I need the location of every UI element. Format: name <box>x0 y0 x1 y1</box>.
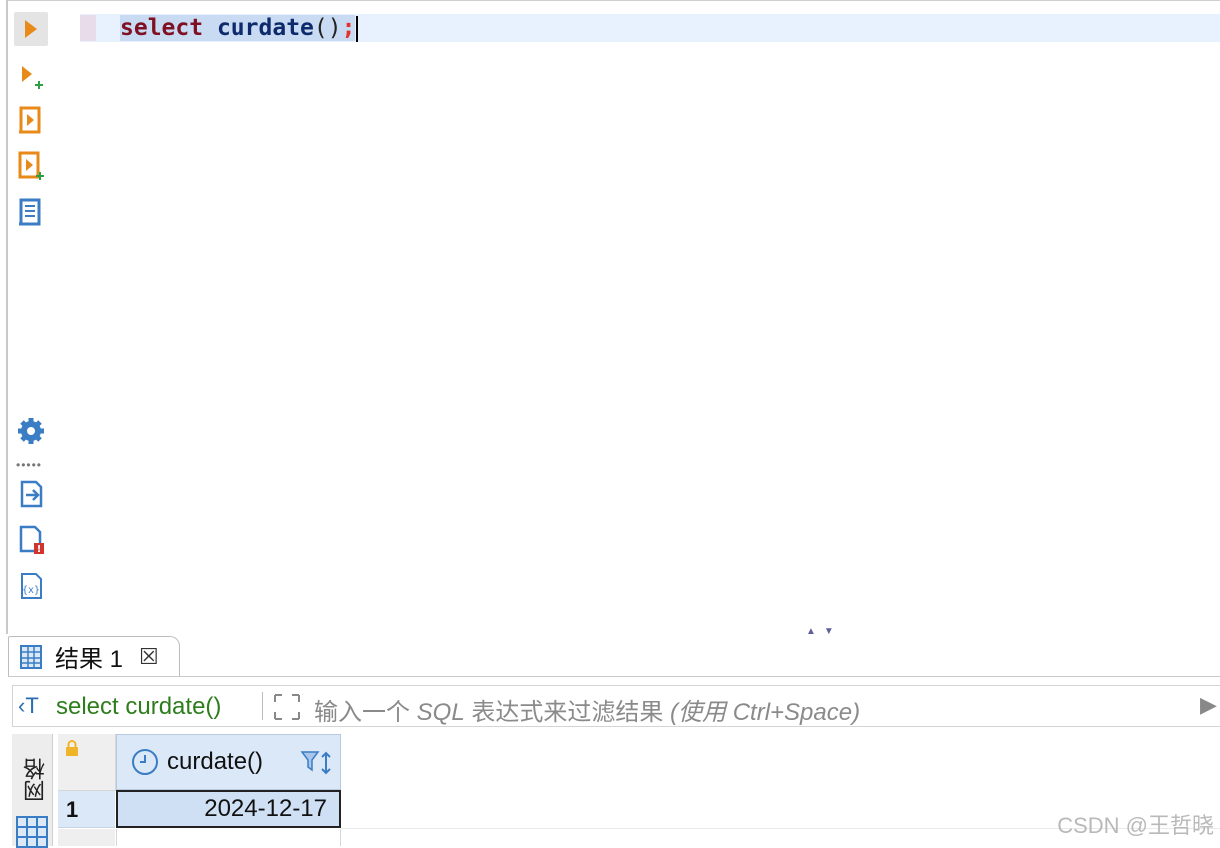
svg-text:{x}: {x} <box>22 585 40 596</box>
variables-button[interactable]: {x} <box>14 570 48 604</box>
editor-left-border <box>6 0 8 634</box>
grid-view-icon <box>16 816 48 848</box>
sql-keyword: select <box>120 15 204 41</box>
execute-script-button[interactable] <box>14 104 48 138</box>
execute-statement-icon <box>25 20 37 38</box>
row-number[interactable]: 1 <box>58 791 115 828</box>
column-header-label: curdate() <box>167 748 264 775</box>
editor-top-border <box>8 0 1220 1</box>
lock-icon <box>66 740 78 756</box>
text-query-icon: ‹T <box>18 693 39 718</box>
tab-results-1[interactable]: 结果 1 ☒ <box>8 636 180 676</box>
execute-script-new-tab-button[interactable] <box>14 150 48 184</box>
sql-terminator: ; <box>341 15 356 41</box>
sql-parens: () <box>313 15 342 41</box>
explain-plan-icon <box>19 198 41 226</box>
filter-sort-icon[interactable] <box>300 749 334 777</box>
table-grid-icon <box>20 644 42 669</box>
panel-resize-arrows-icon[interactable]: ▲▼ <box>806 626 842 637</box>
text-caret <box>356 15 359 42</box>
filter-input[interactable]: 输入一个 SQL 表达式来过滤结果 (使用 Ctrl+Space) <box>314 692 860 727</box>
problems-icon: ! <box>19 525 44 555</box>
execute-statement-new-tab-icon <box>22 66 43 89</box>
sql-function: curdate <box>216 15 314 41</box>
settings-button[interactable] <box>14 414 48 448</box>
filter-separator <box>262 692 263 720</box>
execute-statement-new-tab-button[interactable] <box>14 60 48 94</box>
sql-editor[interactable]: select curdate(); <box>120 14 359 42</box>
row-number-empty <box>58 829 115 846</box>
explain-plan-button[interactable] <box>14 196 48 230</box>
close-tab-icon[interactable]: ☒ <box>139 644 159 670</box>
table-cell-curdate[interactable]: 2024-12-17 <box>116 790 341 828</box>
variables-icon: {x} <box>21 573 42 599</box>
apply-filter-icon[interactable]: ▶ <box>1200 692 1217 718</box>
filter-placeholder-hint: (使用 Ctrl+Space) <box>670 699 861 726</box>
grid-view-label: 网格 <box>23 758 48 802</box>
active-query-text[interactable]: select curdate() <box>56 693 221 721</box>
column-header-curdate[interactable]: curdate() <box>116 734 341 790</box>
filter-placeholder-sql: SQL <box>416 699 465 726</box>
execute-script-icon <box>19 106 41 134</box>
filter-placeholder-prefix: 输入一个 <box>314 699 417 726</box>
problems-button[interactable]: ! <box>14 524 48 558</box>
expand-filter-icon[interactable] <box>272 692 302 722</box>
export-icon <box>20 480 43 508</box>
export-button[interactable] <box>14 478 48 512</box>
clock-icon <box>132 749 158 775</box>
results-tab-label: 结果 1 <box>55 646 124 673</box>
execute-statement-button[interactable] <box>14 12 48 46</box>
settings-gear-icon <box>18 418 44 444</box>
statement-marker <box>80 15 96 41</box>
filter-placeholder-mid: 表达式来过滤结果 <box>464 699 671 726</box>
watermark: CSDN @王哲晓 <box>1057 813 1214 838</box>
tab-strip-border <box>8 676 1220 677</box>
toolbar-separator-dots: ••••• <box>16 458 43 472</box>
svg-text:!: ! <box>37 544 42 555</box>
empty-cell <box>116 829 341 846</box>
execute-script-new-tab-icon <box>18 151 44 180</box>
